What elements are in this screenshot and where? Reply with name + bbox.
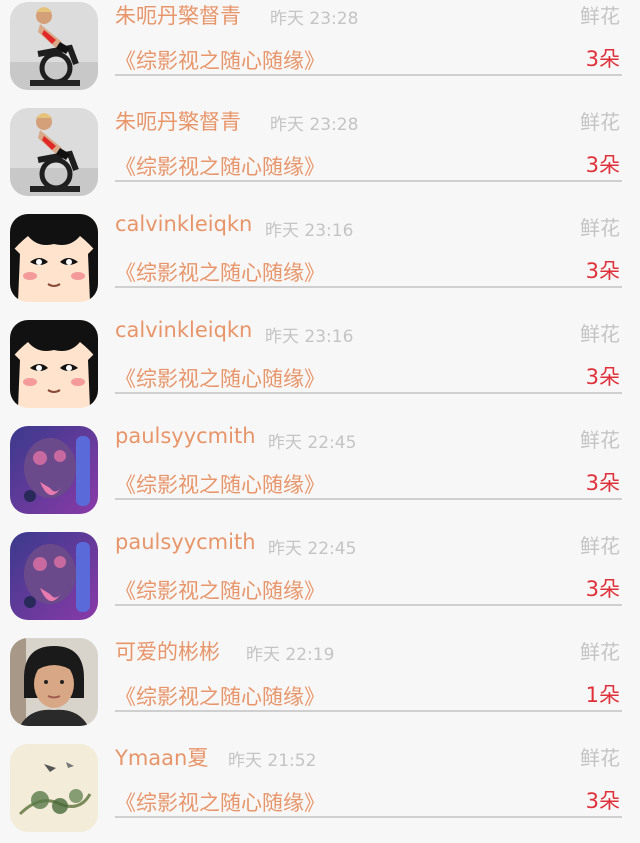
- gift-type: 鲜花: [580, 4, 620, 28]
- gift-count: 3朵: [585, 153, 620, 177]
- timestamp: 昨天 23:28: [270, 115, 359, 135]
- timestamp: 昨天 23:16: [265, 221, 354, 241]
- work-title[interactable]: 《综影视之随心随缘》: [115, 257, 325, 287]
- list-item[interactable]: paulsyycmith 昨天 22:45 鲜花《综影视之随心随缘》 3朵: [0, 419, 640, 525]
- timestamp: 昨天 22:19: [246, 645, 335, 665]
- divider: [115, 286, 622, 288]
- work-title[interactable]: 《综影视之随心随缘》: [115, 151, 325, 181]
- gift-count: 3朵: [585, 259, 620, 283]
- gift-count: 3朵: [585, 577, 620, 601]
- avatar[interactable]: [10, 638, 98, 726]
- divider: [115, 604, 622, 606]
- gift-type: 鲜花: [580, 216, 620, 240]
- divider: [115, 180, 622, 182]
- user-name[interactable]: calvinkleiqkn: [115, 212, 252, 236]
- timestamp: 昨天 22:45: [268, 539, 357, 559]
- timestamp: 昨天 22:45: [268, 433, 357, 453]
- list-item[interactable]: calvinkleiqkn 昨天 23:16 鲜花《综影视之随心随缘》 3朵: [0, 207, 640, 313]
- work-title[interactable]: 《综影视之随心随缘》: [115, 469, 325, 499]
- list-item[interactable]: Ymaan夏 昨天 21:52 鲜花《综影视之随心随缘》 3朵: [0, 737, 640, 843]
- gift-count: 3朵: [585, 789, 620, 813]
- user-name[interactable]: 朱呃丹檠督青: [115, 0, 241, 30]
- timestamp: 昨天 23:16: [265, 327, 354, 347]
- gift-count: 3朵: [585, 365, 620, 389]
- avatar[interactable]: [10, 320, 98, 408]
- gift-record-list: 朱呃丹檠督青 昨天 23:28 鲜花 《综影视之随心随缘》 3朵 朱呃丹檠督青 昨天 23…: [0, 0, 640, 843]
- list-item[interactable]: paulsyycmith 昨天 22:45 鲜花《综影视之随心随缘》 3朵: [0, 525, 640, 631]
- avatar[interactable]: [10, 108, 98, 196]
- gift-count: 3朵: [585, 47, 620, 71]
- user-name[interactable]: paulsyycmith: [115, 530, 256, 554]
- divider: [115, 816, 622, 818]
- gift-type: 鲜花: [580, 534, 620, 558]
- gift-type: 鲜花: [580, 746, 620, 770]
- divider: [115, 498, 622, 500]
- list-item[interactable]: 朱呃丹檠督青 昨天 23:28 鲜花《综影视之随心随缘》 3朵: [0, 0, 640, 101]
- avatar[interactable]: [10, 532, 98, 620]
- user-name[interactable]: Ymaan夏: [115, 742, 208, 772]
- gift-type: 鲜花: [580, 640, 620, 664]
- gift-count: 1朵: [585, 683, 620, 707]
- list-item[interactable]: 可爱的彬彬 昨天 22:19 鲜花《综影视之随心随缘》 1朵: [0, 631, 640, 737]
- work-title[interactable]: 《综影视之随心随缘》: [115, 363, 325, 393]
- user-name[interactable]: calvinkleiqkn: [115, 318, 252, 342]
- timestamp: 昨天 21:52: [228, 751, 317, 771]
- gift-type: 鲜花: [580, 110, 620, 134]
- gift-type: 鲜花: [580, 428, 620, 452]
- user-name[interactable]: paulsyycmith: [115, 424, 256, 448]
- work-title[interactable]: 《综影视之随心随缘》: [115, 787, 325, 817]
- work-title[interactable]: 《综影视之随心随缘》: [115, 681, 325, 711]
- gift-count: 3朵: [585, 471, 620, 495]
- avatar[interactable]: [10, 744, 98, 832]
- gift-type: 鲜花: [580, 322, 620, 346]
- avatar[interactable]: [10, 2, 98, 90]
- list-item[interactable]: calvinkleiqkn 昨天 23:16 鲜花《综影视之随心随缘》 3朵: [0, 313, 640, 419]
- avatar[interactable]: [10, 214, 98, 302]
- divider: [115, 710, 622, 712]
- divider: [115, 392, 622, 394]
- work-title[interactable]: 《综影视之随心随缘》: [115, 575, 325, 605]
- user-name[interactable]: 可爱的彬彬: [115, 636, 220, 666]
- divider: [115, 74, 622, 76]
- avatar[interactable]: [10, 426, 98, 514]
- timestamp: 昨天 23:28: [270, 9, 359, 29]
- work-title[interactable]: 《综影视之随心随缘》: [115, 45, 325, 75]
- list-item[interactable]: 朱呃丹檠督青 昨天 23:28 鲜花《综影视之随心随缘》 3朵: [0, 101, 640, 207]
- user-name[interactable]: 朱呃丹檠督青: [115, 106, 241, 136]
